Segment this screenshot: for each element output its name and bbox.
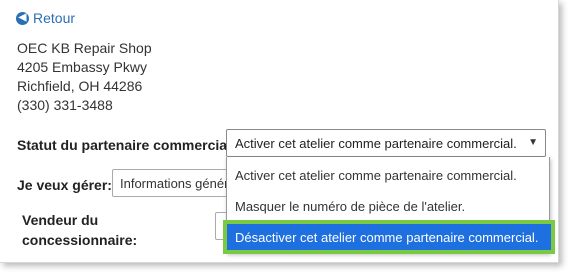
- dropdown-option-hide-part-number[interactable]: Masquer le numéro de pièce de l'atelier.: [227, 193, 549, 219]
- shop-street: 4205 Embassy Pkwy: [17, 59, 147, 75]
- manage-select-value: Informations généra: [120, 175, 236, 191]
- shop-city: Richfield, OH 44286: [17, 78, 143, 94]
- partner-status-label: Statut du partenaire commercial: [17, 137, 231, 153]
- shop-address: OEC KB Repair Shop 4205 Embassy Pkwy Ric…: [17, 39, 152, 115]
- back-link-label: Retour: [33, 10, 76, 26]
- dealer-seller-label-line1: Vendeur du: [22, 212, 99, 228]
- dropdown-option-activate[interactable]: Activer cet atelier comme partenaire com…: [227, 162, 549, 188]
- manage-select[interactable]: Informations généra: [112, 169, 242, 197]
- shop-name: OEC KB Repair Shop: [17, 40, 152, 56]
- dropdown-option-deactivate[interactable]: Désactiver cet atelier comme partenaire …: [223, 220, 555, 254]
- partner-status-select[interactable]: Activer cet atelier comme partenaire com…: [226, 129, 546, 157]
- arrow-left-circle-icon: ◀: [16, 11, 29, 25]
- dealer-seller-label: Vendeur du concessionnaire:: [22, 210, 137, 250]
- partner-status-dropdown: Activer cet atelier comme partenaire com…: [223, 157, 555, 254]
- partner-status-value: Activer cet atelier comme partenaire com…: [235, 135, 517, 151]
- manage-label: Je veux gérer:: [17, 177, 112, 193]
- dealer-seller-label-line2: concessionnaire:: [22, 232, 138, 248]
- shop-details-panel: ◀ Retour OEC KB Repair Shop 4205 Embassy…: [0, 0, 559, 263]
- caret-down-icon: ▼: [528, 137, 538, 148]
- shop-phone: (330) 331-3488: [17, 97, 113, 113]
- back-link[interactable]: ◀ Retour: [16, 10, 75, 26]
